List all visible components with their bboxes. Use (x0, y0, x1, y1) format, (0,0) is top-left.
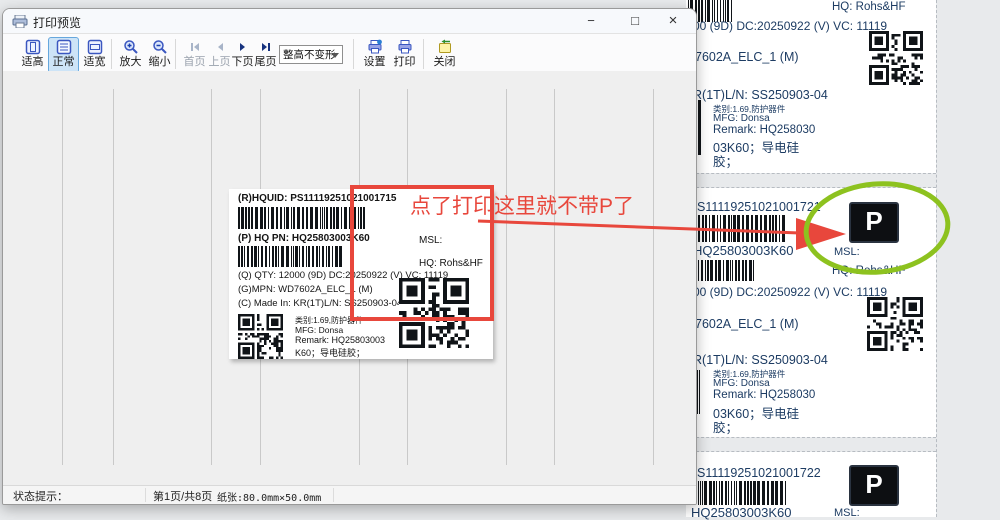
bg-remark-line1: Remark: HQ258030 (713, 124, 815, 136)
statusbar-divider (333, 488, 334, 502)
button-label: 打印 (390, 56, 419, 69)
bg-mfg-text: MFG: Donsa (713, 113, 770, 124)
button-label: 适高 (18, 56, 47, 69)
zoom-in-button[interactable]: 放大 (115, 37, 146, 73)
button-label: 设置 (360, 56, 389, 69)
normal-view-button[interactable]: 正常 (48, 37, 79, 73)
printer-settings-icon (360, 39, 389, 56)
toolbar-separator (423, 39, 424, 69)
label-gap (686, 173, 936, 188)
normal-view-icon (49, 39, 78, 56)
bg-pn-text: HQ25803003K60 (693, 243, 793, 258)
settings-button[interactable]: 设置 (359, 37, 390, 73)
paper-info: 纸张:80.0mm×50.0mm (217, 489, 321, 504)
statusbar: 状态提示： 第1页/共8页 纸张:80.0mm×50.0mm (3, 485, 696, 504)
minimize-button[interactable]: − (574, 9, 608, 33)
window-title: 打印预览 (33, 14, 81, 31)
fit-height-icon (18, 39, 47, 56)
print-button[interactable]: 打印 (389, 37, 420, 73)
barcode (698, 481, 786, 505)
status-label: 状态提示： (13, 488, 68, 504)
fit-width-icon (80, 39, 109, 56)
label-remark-line2: K60；导电硅胶； (295, 346, 365, 359)
label-mpn-text: (G)MPN: WD7602A_ELC_1 (M) (238, 284, 373, 295)
bg-remark-line3: 胶； (713, 417, 738, 436)
label-mfg-text: MFG: Donsa (295, 325, 343, 335)
last-page-button[interactable]: 尾页 (250, 37, 281, 73)
barcode (698, 215, 786, 242)
close-preview-button[interactable]: 关闭 (429, 37, 460, 73)
button-label: 缩小 (145, 56, 174, 69)
scale-mode-value: 整高不变形 (283, 49, 336, 61)
label-boundary-dashed (936, 0, 937, 517)
button-label: 关闭 (430, 56, 459, 69)
bg-serial-text: S11119251021001722 (697, 466, 821, 480)
toolbar-separator (111, 39, 112, 69)
label-preview-page: (R)HQUID: PS11119251021001715 (P) HQ PN:… (229, 189, 493, 359)
bg-msl-text: MSL: (834, 507, 860, 519)
maximize-button[interactable]: □ (618, 9, 652, 33)
bg-remark-line3: 胶； (713, 151, 738, 170)
label-madein-text: (C) Made In: KR(1T)L/N: SS250903-04 (238, 298, 402, 309)
label-msl-text: MSL: (419, 235, 442, 246)
bg-mfg-text: MFG: Donsa (713, 378, 770, 389)
close-button[interactable]: × (656, 9, 690, 33)
qr-code (238, 314, 283, 359)
bg-hq-rohs-text: HQ: Rohs&HF (832, 265, 906, 277)
print-preview-window: 打印预览 − □ × 适高 正常 适宽 放大 缩小 首页 (2, 8, 697, 505)
button-label: 尾页 (251, 56, 280, 69)
button-label: 放大 (116, 56, 145, 69)
scale-mode-select[interactable]: 整高不变形 (279, 45, 343, 64)
p-badge: P (849, 465, 899, 506)
page-separator-line (211, 89, 212, 465)
page-separator-line (554, 89, 555, 465)
zoom-out-button[interactable]: 缩小 (144, 37, 175, 73)
page-separator-line (62, 89, 63, 465)
barcode (698, 260, 754, 281)
qr-code (869, 31, 923, 85)
page-separator-line (506, 89, 507, 465)
label-hquid-text: (R)HQUID: PS11119251021001715 (238, 193, 396, 204)
printer-icon (12, 15, 28, 33)
label-gap (686, 437, 936, 452)
bg-remark-line1: Remark: HQ258030 (713, 389, 815, 401)
fit-width-button[interactable]: 适宽 (79, 37, 110, 73)
barcode (238, 207, 366, 229)
toolbar-separator (353, 39, 354, 69)
bg-hq-rohs-text: HQ: Rohs&HF (832, 1, 906, 13)
label-remark-line1: Remark: HQ25803003 (295, 335, 385, 345)
bg-pn-text: HQ25803003K60 (691, 505, 791, 520)
last-page-icon (251, 39, 280, 56)
page-info: 第1页/共8页 (153, 488, 212, 504)
bg-serial-text: S11119251021001721 (697, 200, 821, 214)
qr-code (399, 278, 469, 348)
barcode (238, 246, 342, 267)
chevron-down-icon (331, 53, 339, 58)
button-label: 正常 (49, 56, 78, 69)
toolbar-separator (175, 39, 176, 69)
label-hq-rohs-text: HQ: Rohs&HF (419, 258, 483, 269)
qr-code (867, 297, 923, 351)
p-badge: P (849, 202, 899, 243)
bg-msl-text: MSL: (834, 246, 860, 258)
zoom-in-icon (116, 39, 145, 56)
print-icon (390, 39, 419, 56)
bg-mpn-text: 7602A_ELC_1 (M) (695, 50, 799, 64)
bg-mpn-text: 7602A_ELC_1 (M) (695, 317, 799, 331)
zoom-out-icon (145, 39, 174, 56)
bg-dc-line: 00 (9D) DC:20250922 (V) VC: 11119 (693, 19, 887, 33)
exit-icon (430, 39, 459, 56)
bg-dc-line: 00 (9D) DC:20250922 (V) VC: 11119 (693, 285, 887, 299)
page-separator-line (113, 89, 114, 465)
toolbar: 适高 正常 适宽 放大 缩小 首页 上页 下页 (3, 33, 696, 75)
statusbar-divider (145, 488, 146, 502)
label-pn-text: (P) HQ PN: HQ25803003K60 (238, 233, 370, 244)
preview-canvas: (R)HQUID: PS11119251021001715 (P) HQ PN:… (3, 71, 696, 488)
fit-height-button[interactable]: 适高 (17, 37, 48, 73)
bg-lot-line: R(1T)L/N: SS250903-04 (693, 88, 828, 102)
titlebar: 打印预览 − □ × (3, 9, 696, 33)
button-label: 适宽 (80, 56, 109, 69)
bg-lot-line: R(1T)L/N: SS250903-04 (693, 353, 828, 367)
page-separator-line (653, 89, 654, 465)
